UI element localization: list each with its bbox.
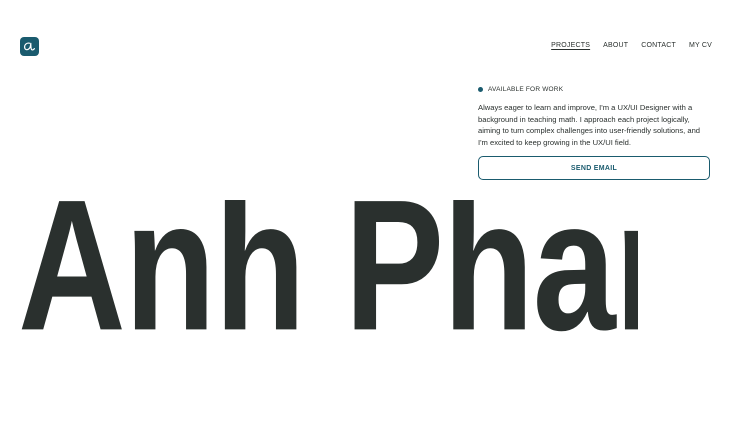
nav-contact[interactable]: CONTACT <box>641 42 676 49</box>
status-dot-icon <box>478 87 483 92</box>
portfolio-page: PROJECTS ABOUT CONTACT MY CV AVAILABLE F… <box>0 0 732 431</box>
hero-name: Anh Pham <box>18 200 638 355</box>
nav-about[interactable]: ABOUT <box>603 42 628 49</box>
intro-text: Always eager to learn and improve, I'm a… <box>478 103 701 147</box>
logo-link[interactable] <box>20 37 39 56</box>
main-nav: PROJECTS ABOUT CONTACT MY CV <box>551 42 712 49</box>
availability-label: AVAILABLE FOR WORK <box>488 86 564 93</box>
send-email-button[interactable]: SEND EMAIL <box>478 156 710 180</box>
signature-logo-icon <box>24 42 35 51</box>
availability-status: AVAILABLE FOR WORK <box>478 86 563 93</box>
hero-name-text: Anh Pham <box>18 200 638 355</box>
nav-projects[interactable]: PROJECTS <box>551 42 590 49</box>
nav-my-cv[interactable]: MY CV <box>689 42 712 49</box>
